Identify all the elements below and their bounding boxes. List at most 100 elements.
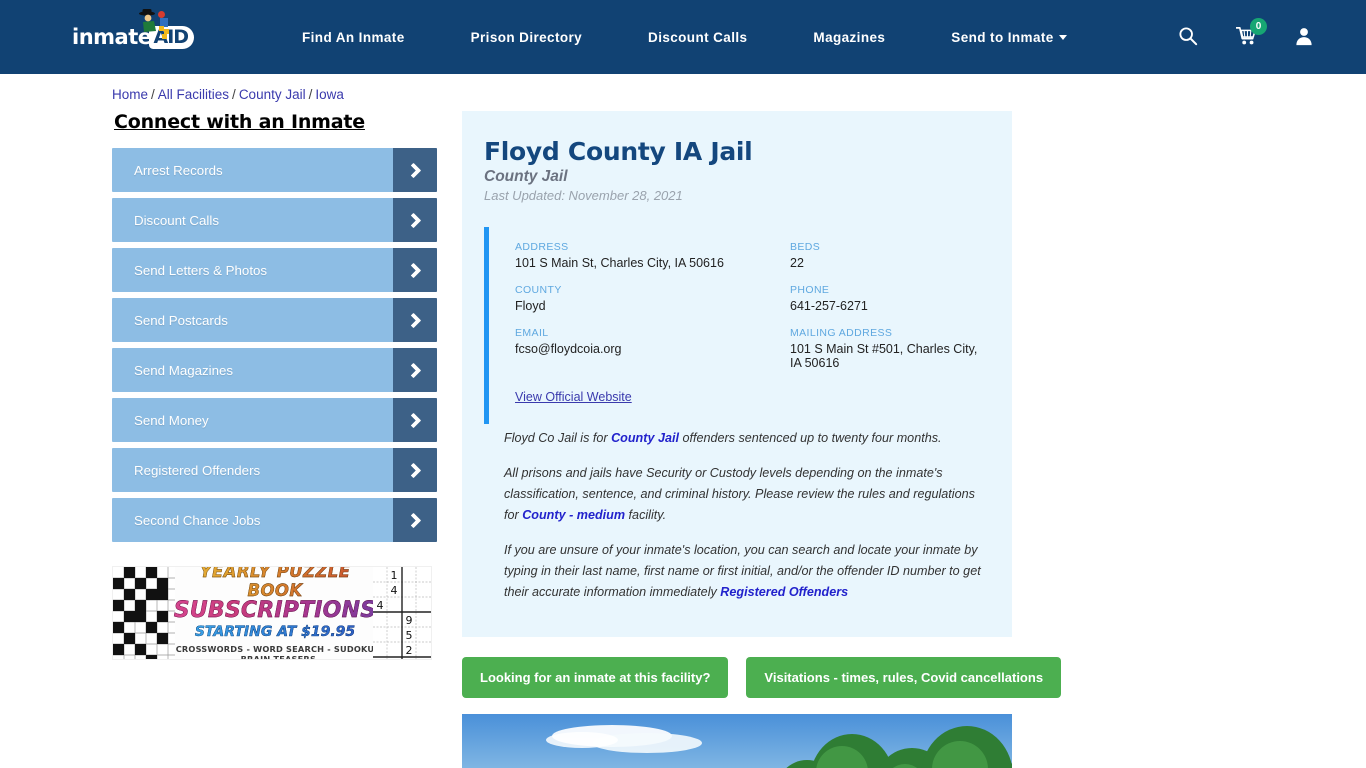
sidebar-item-send-money[interactable]: Send Money <box>112 398 437 442</box>
info-label: ADDRESS <box>515 241 569 253</box>
sidebar-item-label: Send Magazines <box>134 362 234 378</box>
info-field-mailing-address: MAILING ADDRESS 101 S Main St #501, Char… <box>790 327 984 370</box>
info-value: 641-257-6271 <box>790 299 868 313</box>
info-field-phone: PHONE 641-257-6271 <box>790 284 984 313</box>
county-jail-link[interactable]: County Jail <box>611 431 679 445</box>
ad-copy: YEARLY PUZZLE BOOK SUBSCRIPTIONS STARTIN… <box>173 567 377 660</box>
sidebar-item-second-chance-jobs[interactable]: Second Chance Jobs <box>112 498 437 542</box>
description-paragraph-3: If you are unsure of your inmate's locat… <box>504 540 984 603</box>
info-label: PHONE <box>790 284 830 296</box>
sidebar-item-label: Arrest Records <box>134 162 223 178</box>
info-label: EMAIL <box>515 327 549 339</box>
ad-line-3: STARTING AT $19.95 <box>194 624 356 640</box>
ad-line-1: YEARLY PUZZLE BOOK <box>175 567 375 600</box>
breadcrumb-item-county-jail[interactable]: County Jail <box>239 87 306 102</box>
chevron-down-icon <box>1058 35 1067 41</box>
sidebar-item-label: Send Money <box>134 412 209 428</box>
breadcrumb-separator: / <box>151 87 155 102</box>
info-field-beds: BEDS 22 <box>790 241 984 270</box>
visitations-button[interactable]: Visitations - times, rules, Covid cancel… <box>746 657 1062 698</box>
facility-type-subtitle: County Jail <box>484 168 568 185</box>
search-icon[interactable] <box>1178 26 1198 48</box>
svg-text:4: 4 <box>377 599 384 612</box>
svg-text:2: 2 <box>406 644 413 657</box>
crossword-grid-icon <box>113 567 175 659</box>
sidebar-title: Connect with an Inmate <box>114 111 365 133</box>
description-paragraph-2: All prisons and jails have Security or C… <box>504 463 984 526</box>
view-official-website-link[interactable]: View Official Website <box>515 390 632 404</box>
puzzle-book-ad-banner[interactable]: YEARLY PUZZLE BOOK SUBSCRIPTIONS STARTIN… <box>112 566 432 660</box>
sidebar-item-label: Second Chance Jobs <box>134 512 261 528</box>
breadcrumb-item-all-facilities[interactable]: All Facilities <box>158 87 229 102</box>
last-updated-text: Last Updated: November 28, 2021 <box>484 188 683 203</box>
main-navigation: Find An Inmate Prison Directory Discount… <box>269 30 1100 45</box>
facility-info-grid: ADDRESS 101 S Main St, Charles City, IA … <box>484 227 984 424</box>
main-content: Floyd County IA Jail County Jail Last Up… <box>462 111 1062 768</box>
info-value: Floyd <box>515 299 546 313</box>
nav-label: Send to Inmate <box>951 29 1054 45</box>
header-icon-group: 0 <box>1178 18 1314 48</box>
user-account-icon[interactable] <box>1294 26 1314 48</box>
inmateaid-logo[interactable]: inmate AID <box>72 9 197 62</box>
cta-button-row: Looking for an inmate at this facility? … <box>462 657 1062 698</box>
svg-text:9: 9 <box>406 614 413 627</box>
nav-prison-directory[interactable]: Prison Directory <box>438 30 615 45</box>
info-value: fcso@floydcoia.org <box>515 342 622 356</box>
sidebar-item-arrest-records[interactable]: Arrest Records <box>112 148 437 192</box>
facility-panel: Floyd County IA Jail County Jail Last Up… <box>462 111 1012 637</box>
nav-discount-calls[interactable]: Discount Calls <box>615 30 780 45</box>
info-value: 22 <box>790 256 804 270</box>
paragraph-text: Floyd Co Jail is for <box>504 431 612 445</box>
sudoku-grid-icon: 1 4 4 9 5 2 <box>373 567 431 659</box>
info-field-address: ADDRESS 101 S Main St, Charles City, IA … <box>515 241 790 270</box>
breadcrumb-item-home[interactable]: Home <box>112 87 148 102</box>
nav-label: Discount Calls <box>648 29 748 45</box>
page-body: Connect with an Inmate Arrest Records Di… <box>0 111 1366 768</box>
info-field-email: EMAIL fcso@floydcoia.org <box>515 327 790 370</box>
chevron-right-icon <box>393 148 437 192</box>
chevron-right-icon <box>393 398 437 442</box>
chevron-right-icon <box>393 298 437 342</box>
info-label: COUNTY <box>515 284 562 296</box>
info-label: BEDS <box>790 241 821 253</box>
breadcrumb-item-iowa[interactable]: Iowa <box>315 87 344 102</box>
sidebar-item-send-magazines[interactable]: Send Magazines <box>112 348 437 392</box>
county-medium-link[interactable]: County - medium <box>522 508 625 522</box>
nav-magazines[interactable]: Magazines <box>780 30 918 45</box>
paragraph-text: offenders sentenced up to twenty four mo… <box>678 431 942 445</box>
sidebar: Connect with an Inmate Arrest Records Di… <box>112 111 437 768</box>
sidebar-item-label: Registered Offenders <box>134 462 261 478</box>
facility-description: Floyd Co Jail is for County Jail offende… <box>484 428 984 603</box>
logo-mascot-icon <box>139 9 169 39</box>
nav-label: Prison Directory <box>470 29 583 45</box>
sidebar-item-label: Discount Calls <box>134 212 219 228</box>
sidebar-item-send-letters-photos[interactable]: Send Letters & Photos <box>112 248 437 292</box>
site-header: inmate AID Find An Inmate Prison Directo… <box>0 0 1366 74</box>
svg-text:4: 4 <box>391 584 398 597</box>
looking-for-inmate-button[interactable]: Looking for an inmate at this facility? <box>462 657 729 698</box>
chevron-right-icon <box>393 448 437 492</box>
sidebar-item-registered-offenders[interactable]: Registered Offenders <box>112 448 437 492</box>
breadcrumb: Home / All Facilities / County Jail / Iowa <box>112 87 1366 102</box>
ad-line-2: SUBSCRIPTIONS <box>173 598 377 623</box>
info-field-county: COUNTY Floyd <box>515 284 790 313</box>
nav-send-to-inmate[interactable]: Send to Inmate <box>918 30 1099 45</box>
registered-offenders-link[interactable]: Registered Offenders <box>720 585 848 599</box>
ad-line-4: CROSSWORDS - WORD SEARCH - SUDOKU - BRAI… <box>175 644 375 660</box>
info-value: 101 S Main St, Charles City, IA 50616 <box>515 256 724 270</box>
description-paragraph-1: Floyd Co Jail is for County Jail offende… <box>504 428 984 449</box>
page-title: Floyd County IA Jail <box>484 137 753 166</box>
sidebar-item-label: Send Letters & Photos <box>134 262 268 278</box>
chevron-right-icon <box>393 248 437 292</box>
shopping-cart-icon[interactable]: 0 <box>1235 18 1267 48</box>
sidebar-item-discount-calls[interactable]: Discount Calls <box>112 198 437 242</box>
cart-count-badge: 0 <box>1250 18 1267 35</box>
breadcrumb-separator: / <box>308 87 313 102</box>
info-value: 101 S Main St #501, Charles City, IA 506… <box>790 342 978 370</box>
nav-label: Magazines <box>813 29 886 45</box>
sidebar-item-send-postcards[interactable]: Send Postcards <box>112 298 437 342</box>
info-label: MAILING ADDRESS <box>790 327 893 339</box>
chevron-right-icon <box>393 498 437 542</box>
chevron-right-icon <box>393 198 437 242</box>
nav-find-an-inmate[interactable]: Find An Inmate <box>269 30 438 45</box>
